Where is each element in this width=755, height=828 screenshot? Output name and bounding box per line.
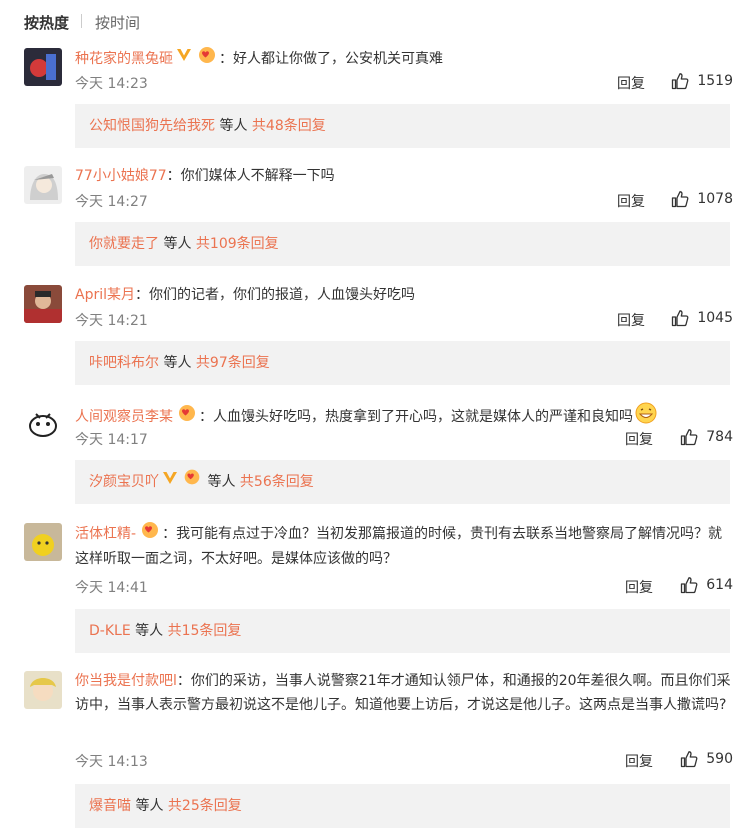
thumbs-up-icon	[681, 429, 698, 446]
like-count: 614	[706, 577, 733, 593]
sub-reply-count-link[interactable]: 共56条回复	[240, 474, 314, 490]
avatar[interactable]	[24, 48, 62, 86]
sort-divider	[81, 14, 82, 28]
reply-button[interactable]: 回复	[625, 429, 653, 449]
sub-replies-summary[interactable]: 爆音喵 等人 共25条回复	[75, 784, 730, 828]
comment-colon: ：	[219, 51, 233, 67]
comment-text: 好人都让你做了，公安机关可真难	[233, 51, 443, 67]
like-button[interactable]: 614	[680, 576, 733, 594]
comment-time: 今天 14:41	[75, 580, 148, 596]
like-count: 1078	[697, 191, 733, 207]
like-count: 784	[706, 429, 733, 445]
like-count: 1045	[697, 310, 733, 326]
avatar[interactable]	[24, 671, 62, 709]
comment-username[interactable]: 人间观察员李某	[75, 409, 173, 425]
avatar[interactable]	[24, 285, 62, 323]
sub-reply-count-link[interactable]: 共25条回复	[168, 798, 242, 814]
sub-reply-user[interactable]: 爆音喵	[89, 798, 131, 814]
like-button[interactable]: 1519	[671, 72, 733, 90]
like-button[interactable]: 784	[680, 428, 733, 446]
sub-replies-summary[interactable]: 你就要走了 等人 共109条回复	[75, 222, 730, 266]
sub-reply-user[interactable]: 汐颜宝贝吖	[89, 474, 159, 490]
comment-item: 种花家的黑兔砸 ：好人都让你做了，公安机关可真难 今天 14:23 回复 1519…	[0, 40, 755, 158]
sub-reply-mid: 等人	[159, 355, 196, 371]
sub-reply-mid: 等人	[131, 798, 168, 814]
comment-time: 今天 14:23	[75, 76, 148, 92]
sub-reply-user[interactable]: D-KLE	[89, 623, 131, 639]
avatar[interactable]	[24, 166, 62, 204]
thumbs-up-icon	[672, 310, 689, 327]
comment-colon: ：	[135, 287, 149, 303]
sub-replies-summary[interactable]: 公知恨国狗先给我死 等人 共48条回复	[75, 104, 730, 148]
thumbs-up-icon	[672, 73, 689, 90]
like-button[interactable]: 1078	[671, 190, 733, 208]
comment-item: April某月：你们的记者，你们的报道，人血馒头好吃吗 今天 14:21 回复 …	[0, 277, 755, 395]
sub-reply-user[interactable]: 咔吧科布尔	[89, 355, 159, 371]
comment-text: 你们的记者，你们的报道，人血馒头好吃吗	[149, 287, 415, 303]
reply-button[interactable]: 回复	[617, 191, 645, 211]
heart-hands-icon	[138, 521, 162, 547]
thumbs-up-icon	[681, 751, 698, 768]
sort-by-time-tab[interactable]: 按时间	[95, 12, 140, 33]
like-count: 590	[706, 751, 733, 767]
sort-bar: 按热度 按时间	[0, 0, 755, 40]
sub-reply-user[interactable]: 你就要走了	[89, 236, 159, 252]
comment-time: 今天 14:27	[75, 194, 148, 210]
heart-hands-icon	[175, 404, 199, 430]
sub-reply-user[interactable]: 公知恨国狗先给我死	[89, 118, 215, 134]
like-count: 1519	[697, 73, 733, 89]
comment-colon: ：	[162, 526, 177, 542]
comment-body: 活体杠精- ：我可能有点过于冷血？当初发那篇报道的时候，贵刊有去联系当地警察局了解…	[75, 521, 733, 571]
comment-item: 77小小姑娘77：你们媒体人不解释一下吗 今天 14:27 回复 1078 你就…	[0, 158, 755, 276]
comment-username[interactable]: 种花家的黑兔砸	[75, 51, 173, 67]
comment-body: 人间观察员李某 ：人血馒头好吃吗，热度拿到了开心吗，这就是媒体人的严谨和良知吗	[75, 402, 733, 432]
heart-hands-icon	[195, 46, 219, 72]
comment-username[interactable]: 77小小姑娘77	[75, 168, 167, 184]
sub-reply-count-link[interactable]: 共97条回复	[196, 355, 270, 371]
comment-colon: ：	[199, 409, 213, 425]
vip-v-icon	[175, 47, 193, 71]
comment-username[interactable]: April某月	[75, 287, 135, 303]
sub-reply-mid: 等人	[203, 474, 240, 490]
sort-by-hot-tab[interactable]: 按热度	[24, 12, 69, 33]
comment-colon: ：	[166, 168, 181, 184]
comment-item: 你当我是付款吧l：你们的采访，当事人说警察21年才通知认领尸体，和通报的20年差…	[0, 663, 755, 828]
sub-reply-mid: 等人	[215, 118, 252, 134]
comment-text: 人血馒头好吃吗，热度拿到了开心吗，这就是媒体人的严谨和良知吗	[213, 409, 633, 425]
avatar[interactable]	[24, 404, 62, 442]
sub-replies-summary[interactable]: 汐颜宝贝吖 等人 共56条回复	[75, 460, 730, 504]
comment-item: 活体杠精- ：我可能有点过于冷血？当初发那篇报道的时候，贵刊有去联系当地警察局了解…	[0, 515, 755, 657]
sub-reply-mid: 等人	[159, 236, 196, 252]
thumbs-up-icon	[681, 577, 698, 594]
comment-time: 今天 14:13	[75, 754, 148, 770]
comment-body: 77小小姑娘77：你们媒体人不解释一下吗	[75, 164, 733, 188]
sub-reply-count-link[interactable]: 共48条回复	[252, 118, 326, 134]
comment-username[interactable]: 你当我是付款吧l	[75, 673, 177, 689]
like-button[interactable]: 1045	[671, 309, 733, 327]
comment-username[interactable]: 活体杠精-	[75, 526, 136, 542]
comment-body: April某月：你们的记者，你们的报道，人血馒头好吃吗	[75, 283, 733, 307]
avatar[interactable]	[24, 523, 62, 561]
like-button[interactable]: 590	[680, 750, 733, 768]
reply-button[interactable]: 回复	[617, 310, 645, 330]
comment-colon: ：	[176, 673, 191, 689]
comment-item: 人间观察员李某 ：人血馒头好吃吗，热度拿到了开心吗，这就是媒体人的严谨和良知吗 今…	[0, 396, 755, 514]
comment-body: 你当我是付款吧l：你们的采访，当事人说警察21年才通知认领尸体，和通报的20年差…	[75, 669, 733, 717]
sub-reply-mid: 等人	[130, 623, 168, 639]
thumbs-up-icon	[672, 191, 689, 208]
comment-text: 你们媒体人不解释一下吗	[180, 168, 335, 184]
vip-v-icon	[161, 460, 179, 504]
reply-button[interactable]: 回复	[617, 73, 645, 93]
reply-button[interactable]: 回复	[625, 577, 653, 597]
reply-button[interactable]: 回复	[625, 751, 653, 771]
sub-replies-summary[interactable]: D-KLE 等人 共15条回复	[75, 609, 730, 653]
comment-time: 今天 14:21	[75, 313, 148, 329]
comment-body: 种花家的黑兔砸 ：好人都让你做了，公安机关可真难	[75, 46, 733, 72]
grin-emoji-icon	[635, 402, 657, 432]
sub-replies-summary[interactable]: 咔吧科布尔 等人 共97条回复	[75, 341, 730, 385]
sub-reply-count-link[interactable]: 共15条回复	[168, 623, 242, 639]
heart-hands-icon	[181, 460, 203, 504]
comment-time: 今天 14:17	[75, 432, 148, 448]
sub-reply-count-link[interactable]: 共109条回复	[196, 236, 279, 252]
